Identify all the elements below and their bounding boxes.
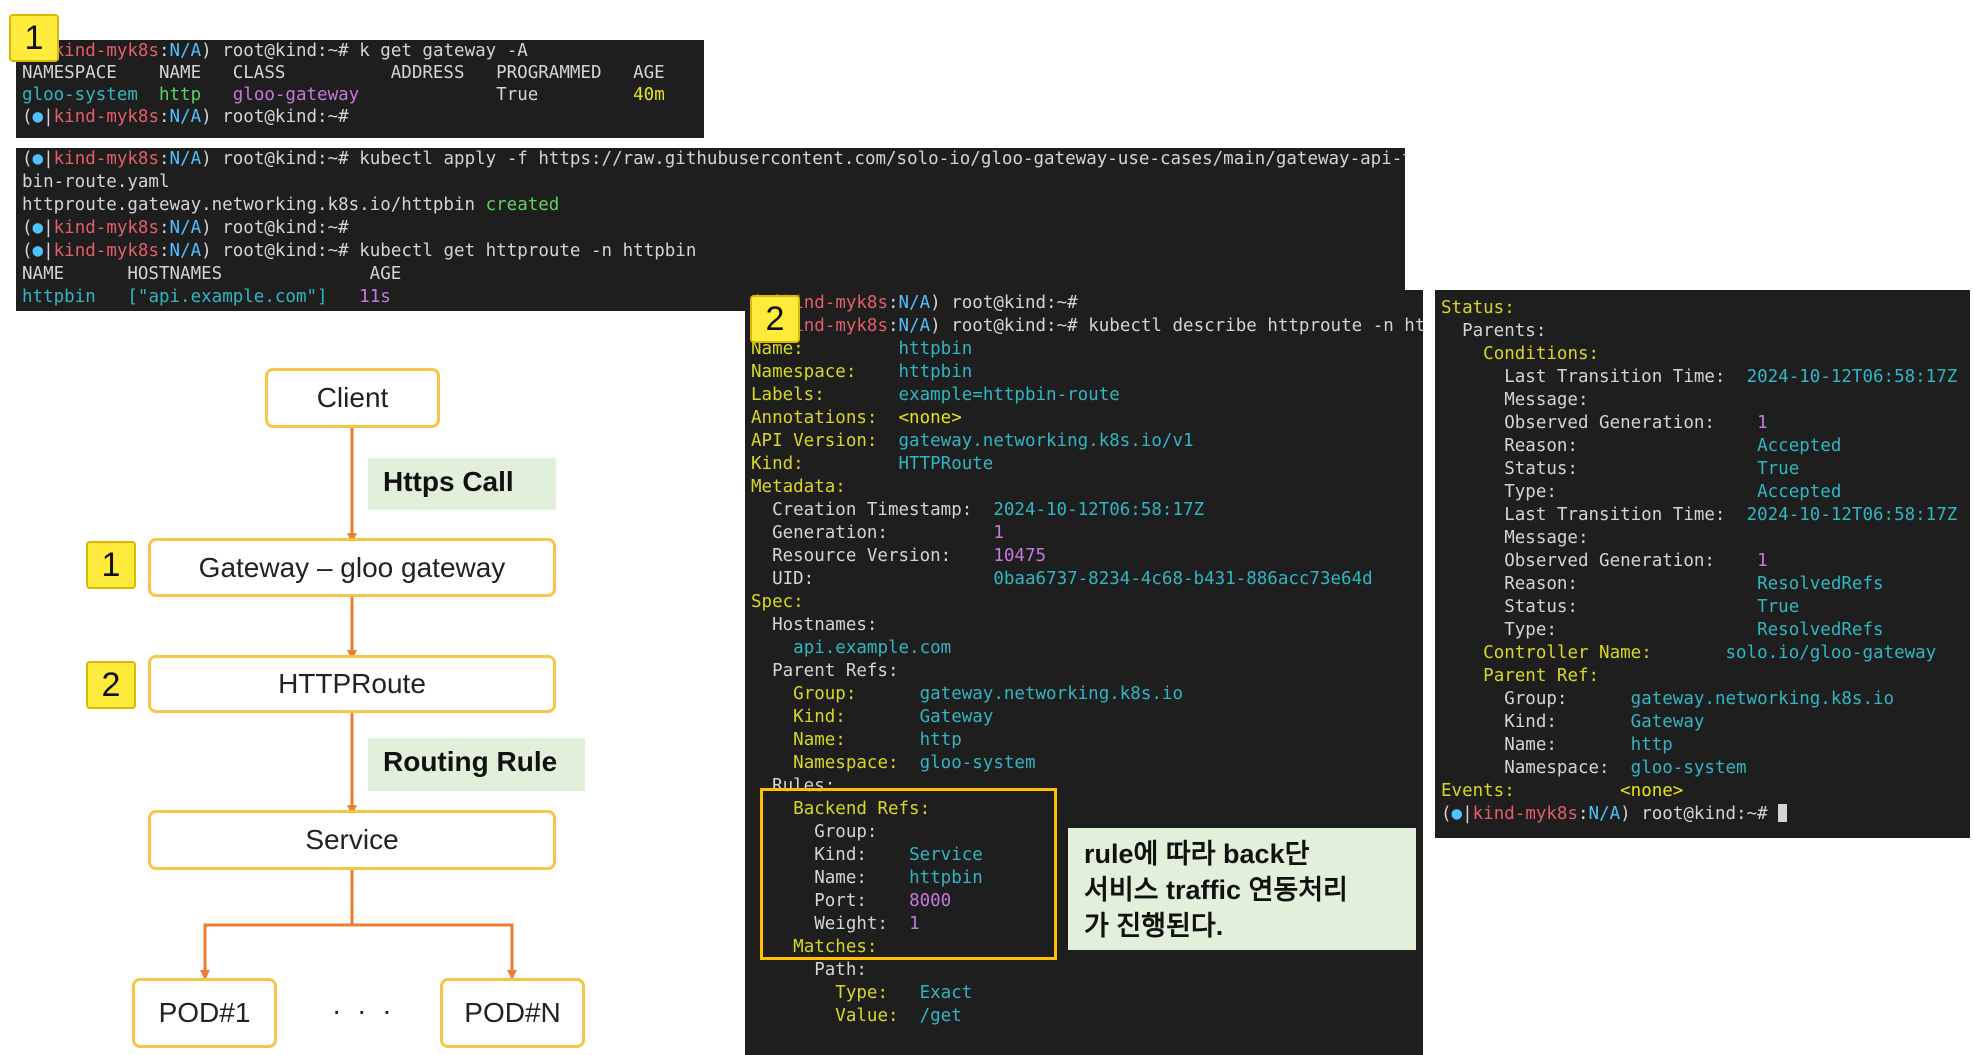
httproute-box: HTTPRoute: [148, 655, 556, 713]
pod-1-box: POD#1: [132, 978, 277, 1048]
pod-n-box: POD#N: [440, 978, 585, 1048]
ellipsis: · · ·: [332, 995, 396, 1026]
routing-rule-note: Routing Rule: [368, 738, 585, 791]
service-box: Service: [148, 810, 556, 870]
https-call-note: Https Call: [368, 458, 556, 510]
gateway-box: Gateway – gloo gateway: [148, 538, 556, 597]
flow-connectors: [200, 428, 517, 980]
client-box: Client: [265, 368, 440, 428]
